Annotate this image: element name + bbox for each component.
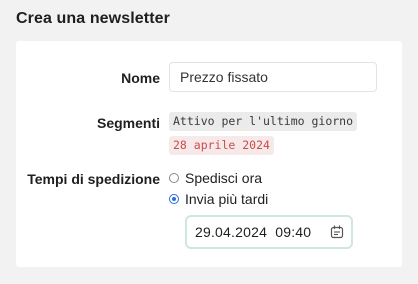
send-now-label: Spedisci ora [185, 170, 263, 186]
name-input[interactable]: Prezzo fissato [169, 62, 377, 92]
send-later-radio[interactable] [169, 194, 179, 204]
send-later-option[interactable]: Invia più tardi [169, 191, 268, 207]
send-now-radio[interactable] [169, 173, 179, 183]
segment-tag: Attivo per l'ultimo giorno [169, 112, 358, 131]
name-input-value: Prezzo fissato [180, 69, 268, 85]
send-now-option[interactable]: Spedisci ora [169, 170, 262, 186]
calendar-icon[interactable] [329, 224, 345, 240]
send-datetime-input[interactable]: 29.04.2024 09:40 [185, 215, 353, 249]
send-datetime-value: 29.04.2024 09:40 [195, 224, 312, 240]
segment-date-tag: 28 aprile 2024 [169, 136, 274, 155]
name-label: Nome [121, 70, 160, 86]
send-later-label: Invia più tardi [185, 191, 269, 207]
send-time-label: Tempi di spedizione [27, 171, 160, 187]
segments-label: Segmenti [96, 115, 160, 131]
page-title: Crea una newsletter [16, 10, 170, 27]
newsletter-form-card: Nome Prezzo fissato Segmenti Attivo per … [16, 41, 402, 267]
